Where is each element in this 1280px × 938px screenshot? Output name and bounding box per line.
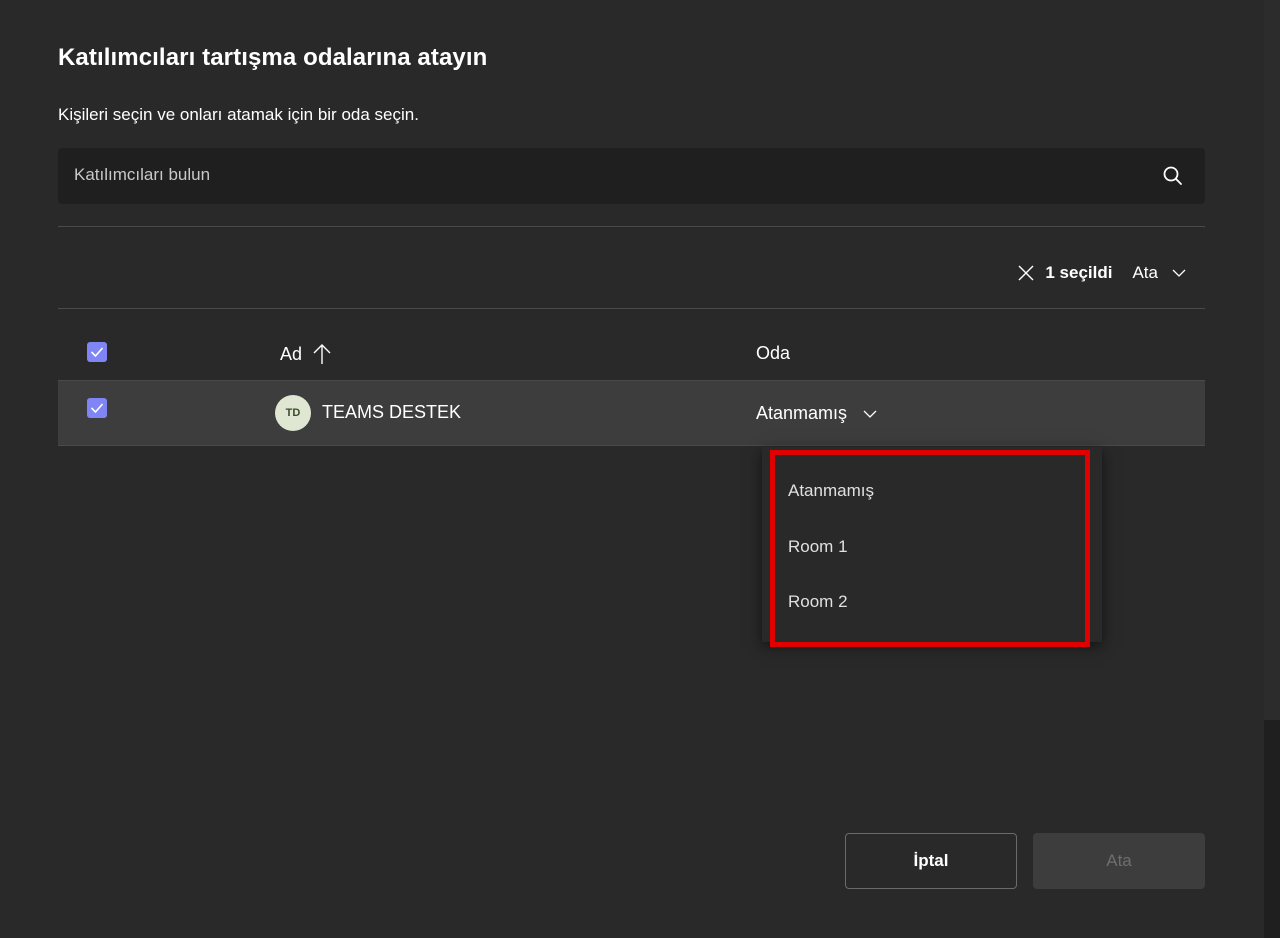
chevron-down-icon[interactable] xyxy=(1172,266,1186,280)
row-checkbox[interactable] xyxy=(87,398,107,418)
assign-menu-button[interactable]: Ata xyxy=(1132,263,1158,283)
checkmark-icon xyxy=(90,347,104,358)
highlight-box xyxy=(770,450,1090,647)
search-icon[interactable] xyxy=(1161,164,1185,188)
divider xyxy=(58,226,1205,227)
search-input[interactable]: Katılımcıları bulun xyxy=(58,148,1205,204)
search-placeholder: Katılımcıları bulun xyxy=(74,165,211,184)
table-header: Ad Oda xyxy=(58,325,1205,379)
assign-button[interactable]: Ata xyxy=(1033,833,1205,889)
select-all-checkbox[interactable] xyxy=(87,342,107,362)
table-row[interactable]: TD TEAMS DESTEK Atanmamış xyxy=(58,381,1205,445)
dialog-subtitle: Kişileri seçin ve onları atamak için bir… xyxy=(58,105,419,124)
close-icon[interactable] xyxy=(1017,264,1035,282)
participant-name: TEAMS DESTEK xyxy=(322,402,462,422)
room-dropdown[interactable]: Atanmamış xyxy=(756,403,877,424)
selection-bar: 1 seçildi Ata xyxy=(1017,258,1186,288)
arrow-up-icon xyxy=(313,344,331,364)
cancel-button[interactable]: İptal xyxy=(845,833,1017,889)
column-header-room[interactable]: Oda xyxy=(756,343,790,364)
divider xyxy=(58,308,1205,309)
chevron-down-icon xyxy=(863,410,877,418)
window-edge xyxy=(1264,0,1280,720)
assign-participants-dialog: Katılımcıları tartışma odalarına atayın … xyxy=(0,0,1264,938)
column-header-name[interactable]: Ad xyxy=(280,343,332,365)
avatar: TD xyxy=(275,395,311,431)
column-header-name-label: Ad xyxy=(280,343,303,364)
divider xyxy=(58,445,1205,446)
dialog-title: Katılımcıları tartışma odalarına atayın xyxy=(58,44,488,71)
selected-count: 1 seçildi xyxy=(1045,263,1113,282)
checkmark-icon xyxy=(90,403,104,414)
room-dropdown-value: Atanmamış xyxy=(756,403,848,423)
